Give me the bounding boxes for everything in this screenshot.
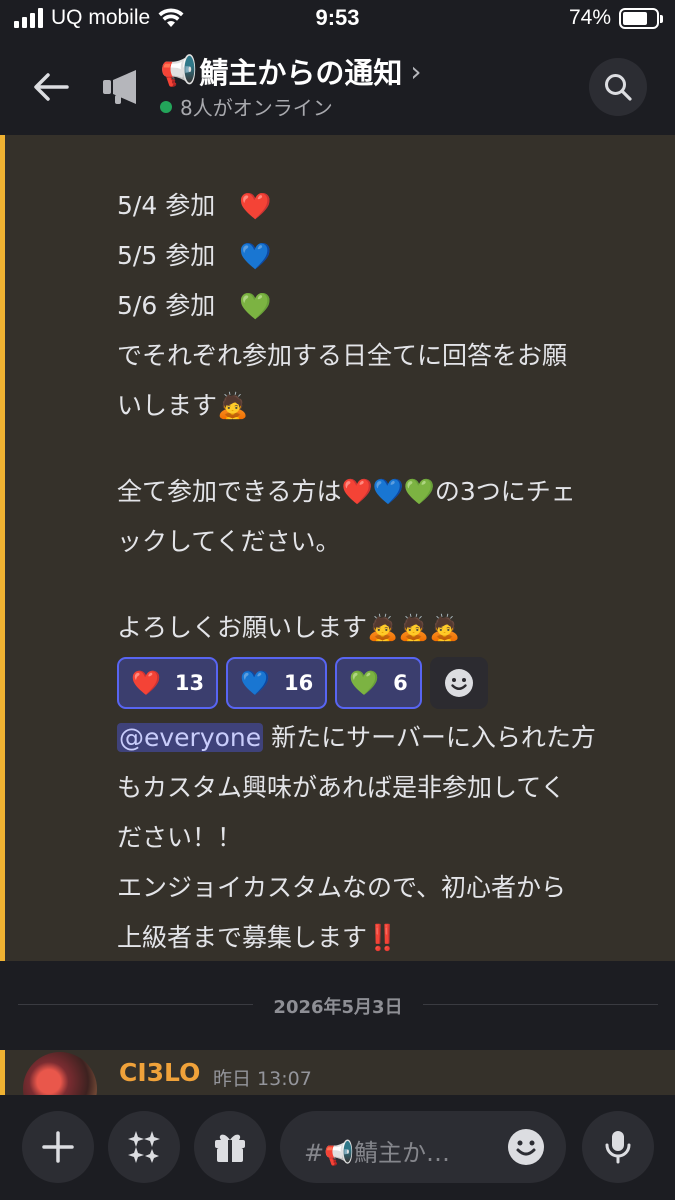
- announcement-channel-icon: [103, 70, 136, 104]
- message-line: 5/6 参加 💚: [117, 281, 657, 331]
- battery-level: [623, 11, 647, 25]
- announcement-message[interactable]: 5/4 参加 ❤️ 5/5 参加 💙 5/6 参加 💚 でそれぞれ参加する日全てに回答…: [0, 135, 675, 961]
- date-text: 5/4: [117, 191, 158, 220]
- message-line: 5/5 参加 💙: [117, 231, 657, 281]
- microphone-icon: [605, 1131, 631, 1164]
- reaction-count: 13: [174, 671, 205, 695]
- channel-title-button[interactable]: 📢 鯖主からの通知 ›: [160, 50, 422, 92]
- chevron-right-icon: ›: [410, 54, 422, 88]
- search-icon: [605, 74, 632, 101]
- join-label: 参加: [165, 241, 216, 270]
- add-reaction-button[interactable]: [429, 657, 488, 709]
- red-heart-icon: ❤️: [131, 669, 161, 697]
- everyone-mention[interactable]: @everyone: [117, 723, 264, 752]
- gift-icon: [215, 1134, 245, 1162]
- date-label-text: 2026年5月3日: [263, 997, 413, 1018]
- status-right: 74%: [568, 6, 663, 30]
- blue-heart-icon: 💙: [240, 669, 271, 697]
- arrow-left-icon: [34, 73, 69, 101]
- plus-icon: [42, 1131, 74, 1163]
- join-label: 参加: [165, 191, 216, 220]
- back-button[interactable]: [26, 64, 76, 110]
- gift-button[interactable]: [194, 1111, 266, 1183]
- message-line: 上級者まで募集します‼️: [117, 923, 399, 952]
- channel-header: 📢 鯖主からの通知 › 8人がオンライン: [0, 40, 675, 135]
- battery-icon: [619, 7, 663, 29]
- megaphone-icon: 📢: [160, 53, 198, 89]
- message-line: いします🙇: [117, 391, 249, 420]
- author-name[interactable]: CI3LO: [119, 1058, 200, 1087]
- apps-button[interactable]: [108, 1111, 180, 1183]
- date-divider: 2026年5月3日: [18, 985, 658, 1025]
- join-label: 参加: [165, 291, 216, 320]
- online-dot-icon: [160, 100, 172, 113]
- reaction-count: 6: [393, 671, 408, 695]
- smiley-icon: [444, 669, 473, 697]
- message-input[interactable]: #📢鯖主か…: [280, 1111, 566, 1183]
- online-status: 8人がオンライン: [160, 92, 333, 121]
- red-heart-icon: ❤️: [239, 192, 272, 222]
- battery-percent: 74%: [568, 6, 611, 29]
- message-line: @everyone 新たにサーバーに入られた方: [117, 713, 657, 763]
- date-text: 5/6: [117, 291, 158, 320]
- next-message[interactable]: CI3LO 昨日 13:07: [0, 1050, 675, 1126]
- green-heart-icon: 💚: [239, 292, 272, 322]
- date-text: 5/5: [117, 241, 158, 270]
- message-composer: #📢鯖主か…: [0, 1095, 675, 1200]
- message-line: 5/4 参加 ❤️: [117, 181, 657, 231]
- voice-message-button[interactable]: [582, 1111, 654, 1183]
- blue-heart-icon: 💙: [239, 242, 272, 272]
- message-line: ックしてください。: [117, 527, 341, 556]
- message-line: でそれぞれ参加する日全てに回答をお願: [117, 341, 568, 370]
- message-text: 新たにサーバーに入られた方: [271, 723, 596, 752]
- green-heart-icon: 💚: [349, 669, 380, 697]
- reaction-bar: ❤️ 13 💙 16 💚 6: [117, 657, 657, 709]
- message-input-placeholder: #📢鯖主か…: [304, 1139, 450, 1167]
- message-content: 5/4 参加 ❤️ 5/5 参加 💙 5/6 参加 💚 でそれぞれ参加する日全てに回答…: [117, 181, 657, 963]
- date-label: 2026年5月3日: [18, 993, 658, 1019]
- message-timestamp: 昨日 13:07: [213, 1068, 312, 1090]
- emoji-icon[interactable]: [506, 1127, 546, 1167]
- reaction-green-heart[interactable]: 💚 6: [335, 657, 422, 709]
- reaction-blue-heart[interactable]: 💙 16: [226, 657, 328, 709]
- search-button[interactable]: [589, 58, 647, 116]
- message-line: 全て参加できる方は❤️💙💚の3つにチェ: [117, 477, 576, 506]
- channel-name: 鯖主からの通知: [199, 56, 403, 90]
- add-button[interactable]: [22, 1111, 94, 1183]
- status-bar: UQ mobile 9:53 74%: [0, 0, 675, 40]
- message-line: ださい！！: [117, 823, 243, 852]
- online-count: 8人がオンライン: [180, 96, 333, 120]
- sparkle-apps-icon: [128, 1131, 160, 1163]
- reaction-red-heart[interactable]: ❤️ 13: [117, 657, 219, 709]
- message-line: よろしくお願いします🙇🙇🙇: [117, 613, 461, 642]
- message-line: エンジョイカスタムなので、初心者から: [117, 873, 567, 902]
- reaction-count: 16: [284, 671, 314, 695]
- message-line: もカスタム興味があれば是非参加してく: [117, 773, 566, 802]
- battery-cap: [660, 14, 663, 23]
